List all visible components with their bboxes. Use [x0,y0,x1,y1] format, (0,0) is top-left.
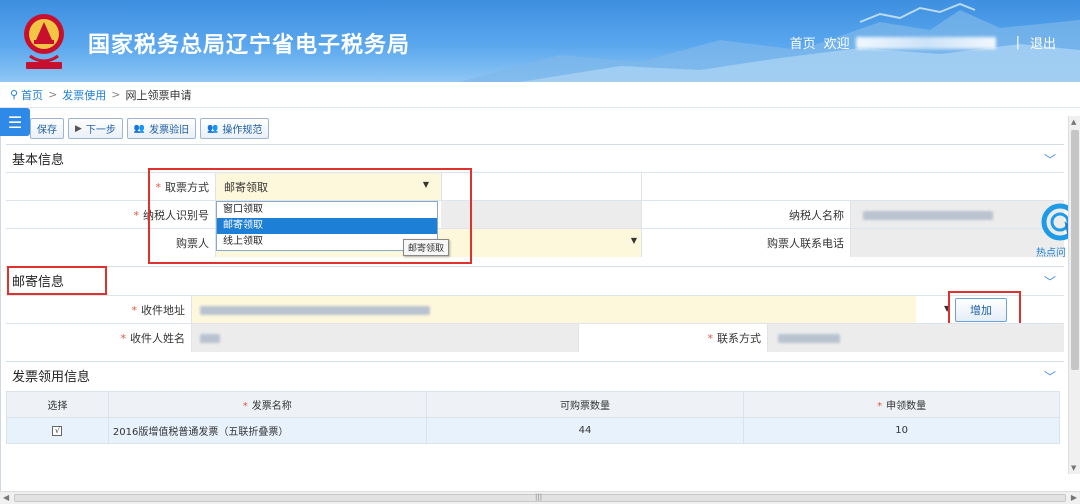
form-row-pickup-method: * 取票方式 邮寄领取 ▼ [6,172,1064,201]
address-select[interactable] [192,296,916,324]
column-header-invoice-name: * 发票名称 [107,391,427,418]
pickup-method-select[interactable]: 邮寄领取 ▼ [216,173,441,201]
taxpayer-id-label: * 纳税人识别号 [6,201,216,229]
save-button[interactable]: 保存 [30,118,64,139]
taxpayer-name-field [851,201,1064,229]
scroll-left-icon[interactable]: ◀ [3,493,9,502]
form-row-taxpayer: * 纳税人识别号 纳税人名称 [6,200,1064,229]
chevron-down-icon[interactable]: ﹀ [1044,368,1056,385]
breadcrumb-separator: > [111,88,121,101]
site-header: 国家税务总局辽宁省电子税务局 首页 欢迎 | 退出 [0,0,1080,82]
scroll-down-icon[interactable]: ▼ [1071,464,1076,472]
column-header-available: 可购票数量 [425,391,745,418]
taxpayer-name-label: 纳税人名称 [641,201,851,229]
chevron-down-icon[interactable]: ▼ [423,180,429,189]
section-mail-info[interactable]: 邮寄信息 ﹀ [6,266,1064,294]
save-button-label: 保存 [37,125,57,136]
pickup-method-value: 邮寄领取 [224,181,268,194]
nav-logout-link[interactable]: 退出 [1030,33,1056,52]
contact-label: * 联系方式 [578,324,768,352]
section-mail-info-title: 邮寄信息 [12,275,65,290]
available-count-cell: 44 [425,417,745,444]
taxpayer-id-field [441,201,641,229]
users-icon: 👥 [207,123,219,134]
apply-count-cell[interactable]: 10 [743,417,1060,444]
recipient-field [192,324,578,352]
nav-home-link[interactable]: 首页 [790,33,816,52]
dropdown-option-mail[interactable]: 邮寄领取 [217,218,437,234]
breadcrumb-invoice-use[interactable]: 发票使用 [62,87,106,103]
location-pin-icon: ⚲ [10,88,19,101]
form-row-buyer: 购票人 ▼ 购票人联系电话 [6,228,1064,257]
nav-welcome-text: 欢迎 [823,37,850,52]
nav-separator: | [1015,35,1020,50]
horizontal-scrollbar[interactable]: ◀ ||| ▶ [0,491,1080,504]
tax-emblem-icon [24,14,64,69]
scroll-grip-icon: ||| [535,493,543,501]
operation-guide-button[interactable]: 👥 操作规范 [200,118,270,139]
site-title: 国家税务总局辽宁省电子税务局 [88,33,411,58]
breadcrumb-current: 网上领票申请 [125,88,192,102]
invoice-verify-label: 发票验旧 [149,125,190,136]
operation-guide-label: 操作规范 [222,125,263,136]
breadcrumb-home[interactable]: 首页 [21,87,43,103]
section-basic-info[interactable]: 基本信息 ﹀ [6,144,1064,172]
play-icon: ▶ [75,123,82,134]
next-step-label: 下一步 [85,125,116,136]
breadcrumb-separator: > [48,88,58,101]
dropdown-option-window[interactable]: 窗口领取 [217,202,437,218]
form-row-recipient: * 收件人姓名 * 联系方式 [6,323,1064,352]
table-header-row: 选择 * 发票名称 可购票数量 * 申领数量 [6,391,1060,418]
chevron-down-icon[interactable]: ﹀ [1044,273,1056,290]
invoice-name-cell: 2016版增值税普通发票（五联折叠票） [107,417,427,444]
address-label: * 收件地址 [6,296,192,324]
chevron-down-icon[interactable]: ▼ [944,304,950,313]
scroll-up-icon[interactable]: ▲ [1071,118,1076,126]
tooltip: 邮寄领取 [403,239,450,256]
menu-toggle-icon[interactable]: ☰ [0,108,30,136]
invoice-table: 选择 * 发票名称 可购票数量 * 申领数量 √ 2016版增值税普通发票（五联折叠… [6,391,1060,444]
contact-field [768,324,1064,352]
buyer-phone-label: 购票人联系电话 [641,229,851,257]
form-row-address: * 收件地址 ▼ [6,295,1064,324]
user-name-redacted [855,36,996,49]
column-header-apply: * 申领数量 [743,391,1060,418]
next-step-button[interactable]: ▶ 下一步 [68,118,123,139]
column-header-select: 选择 [6,391,109,418]
section-invoice-info-title: 发票领用信息 [12,370,91,385]
table-row: √ 2016版增值税普通发票（五联折叠票） 44 10 [6,417,1060,444]
section-invoice-info[interactable]: 发票领用信息 ﹀ [6,361,1064,389]
add-address-button[interactable]: 增加 [955,298,1007,322]
row-checkbox[interactable]: √ [52,426,63,436]
invoice-verify-button[interactable]: 👥 发票验旧 [126,118,197,139]
vertical-scrollbar[interactable]: ▲ ▼ [1068,116,1080,474]
scroll-right-icon[interactable]: ▶ [1071,493,1077,502]
breadcrumb: ⚲ 首页 > 发票使用 > 网上领票申请 [0,82,1080,108]
vertical-scroll-thumb[interactable] [1071,130,1079,370]
buyer-phone-field[interactable] [851,229,1064,257]
section-basic-info-title: 基本信息 [12,153,65,168]
chevron-down-icon[interactable]: ﹀ [1044,151,1056,168]
pickup-method-label: * 取票方式 [6,173,216,201]
chevron-down-icon[interactable]: ▼ [631,236,637,245]
buyer-label: 购票人 [6,229,216,257]
users-icon: 👥 [133,123,146,134]
recipient-label: * 收件人姓名 [6,324,192,352]
toolbar: 保存 ▶ 下一步 👥 发票验旧 👥 操作规范 [30,118,270,139]
header-nav: 首页 欢迎 | 退出 [790,33,1056,52]
hot-questions-label[interactable]: 热点问 [1036,244,1066,259]
